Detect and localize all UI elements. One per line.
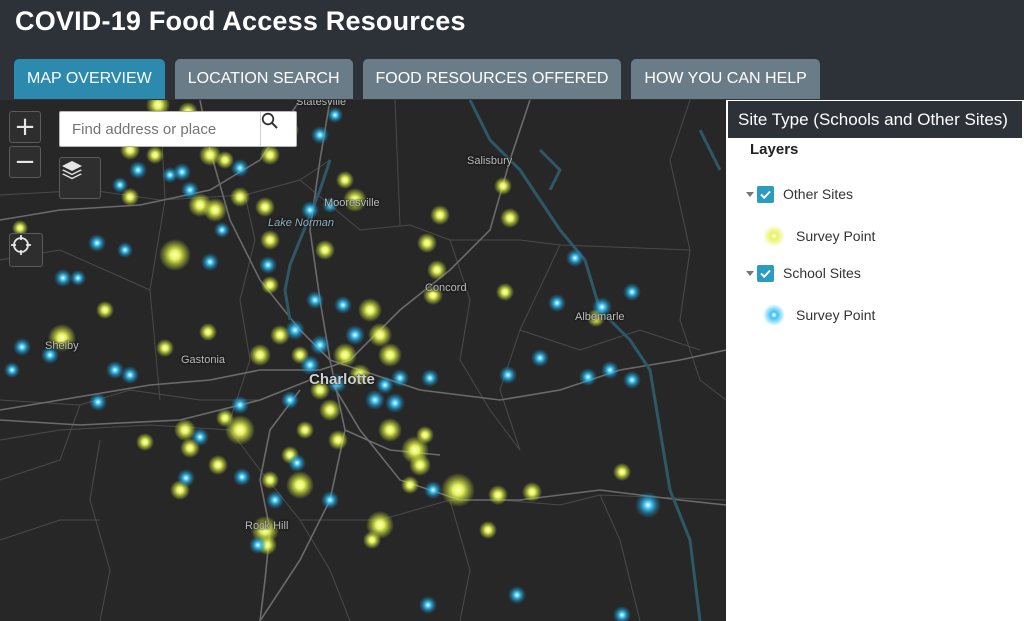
legend-item-other-sites: Survey Point [762,224,875,248]
layers-icon [62,161,82,180]
county-boundaries [0,100,726,621]
chevron-down-icon[interactable] [746,191,754,197]
other-sites-label: Other Sites [783,186,854,202]
blue-point-symbol-icon [763,304,785,326]
legend-item-school-sites: Survey Point [762,303,875,327]
layer-group-other-sites[interactable]: Other Sites [746,184,853,204]
search-input[interactable] [60,112,261,146]
school-sites-label: School Sites [783,265,861,281]
place-label-albemarle: Albemarle [575,311,625,323]
other-sites-checkbox[interactable] [757,185,774,203]
school-sites-checkbox[interactable] [757,264,774,282]
chevron-down-icon[interactable] [746,270,754,276]
legend-title: Layers [750,141,799,158]
search-icon [261,112,278,129]
zoom-out-button[interactable]: − [9,146,41,178]
place-label-concord: Concord [425,282,467,294]
search-box [59,111,297,147]
layer-list-button[interactable] [59,157,101,199]
place-label-shelby: Shelby [45,340,79,352]
tab-bar: MAP OVERVIEW LOCATION SEARCH FOOD RESOUR… [14,59,820,100]
layer-group-school-sites[interactable]: School Sites [746,263,861,283]
place-label-statesville: Statesville [296,100,347,108]
place-label-mooresville: Mooresville [324,197,380,209]
place-label-rock-hill: Rock Hill [245,520,289,532]
search-button[interactable] [260,112,296,146]
roads [0,100,726,621]
place-label-gastonia: Gastonia [181,354,226,366]
other-sites-item-label: Survey Point [796,228,876,244]
tab-map-overview[interactable]: MAP OVERVIEW [14,59,165,99]
other-sites-points [12,100,631,555]
checkmark-icon [760,190,771,199]
tab-food-resources-offered[interactable]: FOOD RESOURCES OFFERED [362,59,622,99]
place-label-lake-norman: Lake Norman [268,217,335,229]
legend-panel: Site Type (Schools and Other Sites) Laye… [726,100,1024,621]
school-sites-item-label: Survey Point [796,307,876,323]
tab-how-you-can-help[interactable]: HOW YOU CAN HELP [631,59,820,99]
map-view[interactable]: Statesville Salisbury Mooresville Lake N… [0,100,726,621]
place-label-salisbury: Salisbury [467,155,513,167]
zoom-in-button[interactable]: + [9,111,41,143]
legend-header: Site Type (Schools and Other Sites) [728,101,1022,138]
tab-location-search[interactable]: LOCATION SEARCH [174,59,353,99]
place-label-charlotte: Charlotte [309,371,375,388]
basemap [0,100,726,621]
yellow-point-symbol-icon [763,225,785,247]
checkmark-icon [760,269,771,278]
locate-icon [11,235,31,255]
app-header: COVID-19 Food Access Resources MAP OVERV… [0,0,1024,100]
app-title: COVID-19 Food Access Resources [15,6,466,36]
locate-button[interactable] [9,233,43,267]
